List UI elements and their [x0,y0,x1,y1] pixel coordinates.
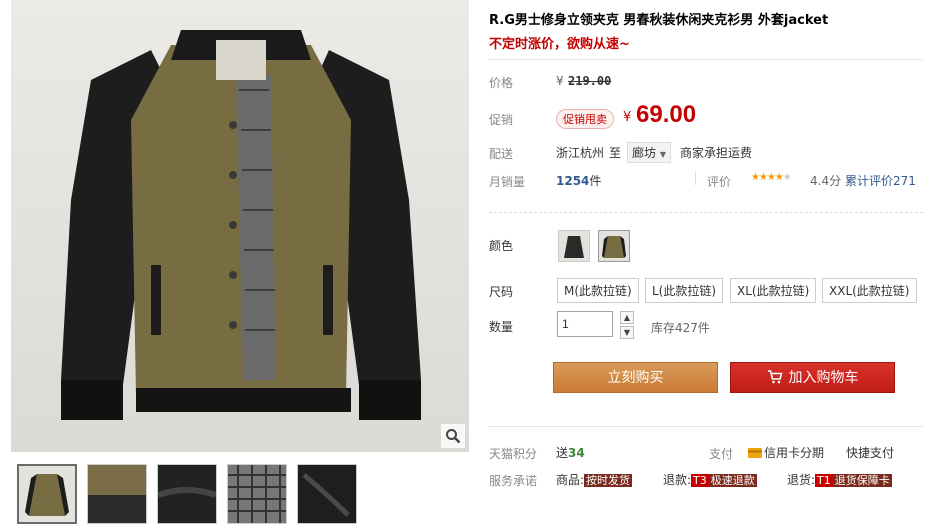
promotion-price: 69.00 [636,101,697,128]
sales-label: 月销量 [489,175,526,189]
color-option-army-green[interactable] [598,230,630,262]
stock-text: 库存427件 [651,321,710,335]
promotion-label: 促销 [489,113,514,127]
credit-card-icon [748,448,762,458]
pay-label: 支付 [709,447,734,461]
add-to-cart-label: 加入购物车 [788,370,859,386]
divider [489,212,923,213]
rating-label: 评价 [707,175,732,189]
quantity-label: 数量 [489,320,514,334]
review-link[interactable]: 累计评价271 [845,172,916,189]
review-count: 271 [893,174,916,188]
sales-count-wrap: 1254件 [556,172,601,189]
service-item-delivery[interactable]: 商品: 按时发货 [556,471,633,488]
sales-unit: 件 [589,174,602,188]
promotion-badge: 促销甩卖 [556,109,614,129]
promo-currency: ¥ [623,110,632,125]
thumbnail-3[interactable] [157,464,217,524]
promo-slogan: 不定时涨价，欲购从速~ [489,37,630,52]
original-price: 219.00 [568,74,612,88]
service-tag: 按时发货 [584,474,633,487]
main-product-image[interactable] [11,0,469,452]
quantity-input[interactable] [557,311,613,337]
zoom-button[interactable] [441,424,465,448]
service-prefix: 商品: [556,473,585,487]
star-icon: ★ [782,172,792,183]
points-amount: 34 [568,446,585,460]
review-text: 累计评价 [845,174,894,188]
points-label: 天猫积分 [489,447,538,461]
divider [489,426,923,427]
dropdown-arrow-icon: ▼ [659,150,666,159]
size-label: 尺码 [489,285,514,299]
service-tag: T1 [815,474,833,487]
rating-stars: ★★★★★ [751,172,792,183]
thumbnail-5[interactable] [297,464,357,524]
shipping-label: 配送 [489,147,514,161]
credit-text: 信用卡分期 [764,446,825,460]
service-tag: 极速退款 [708,474,757,487]
service-label: 服务承诺 [489,474,538,488]
destination-select[interactable]: 廊坊 ▼ [627,142,671,163]
product-title: R.G男士修身立领夹克 男春秋装休闲夹克衫男 外套jacket [489,13,829,28]
zoom-icon [446,429,461,444]
chevron-down-icon: ▼ [623,328,631,337]
service-tag: 退货保障卡 [832,474,892,487]
cart-icon [767,370,783,384]
star-icon: ★★★★ [751,172,784,183]
credit-installment[interactable]: 信用卡分期 [748,444,824,461]
thumbnail-4[interactable] [227,464,287,524]
quantity-increase[interactable]: ▲ [620,311,634,324]
thumbnail-strip [17,464,357,524]
service-tag: T3 [691,474,709,487]
color-option-black[interactable] [558,230,590,262]
thumbnail-1[interactable] [17,464,77,524]
color-label: 颜色 [489,239,514,253]
add-to-cart-button[interactable]: 加入购物车 [730,362,895,393]
size-option-xl[interactable]: XL(此款拉链) [730,278,817,303]
size-option-m[interactable]: M(此款拉链) [557,278,639,303]
points-give-word: 送 [556,446,569,460]
chevron-up-icon: ▲ [623,313,631,322]
service-prefix: 退款: [663,473,692,487]
service-prefix: 退货: [787,473,816,487]
shipping-from: 浙江杭州 [556,146,605,160]
service-item-return[interactable]: 退货: T1 退货保障卡 [787,471,892,488]
thumbnail-2[interactable] [87,464,147,524]
original-currency: ¥ [556,74,564,88]
shipping-to-word: 至 [609,146,622,160]
price-label: 价格 [489,76,514,90]
service-item-refund[interactable]: 退款: T3 极速退款 [663,471,757,488]
destination-value: 廊坊 [632,146,657,160]
divider [695,171,696,185]
size-option-l[interactable]: L(此款拉链) [645,278,724,303]
sales-count: 1254 [556,174,590,188]
shipping-fee: 商家承担运费 [680,146,753,160]
points-value: 送34 [556,444,585,461]
jacket-illustration [11,0,469,452]
quantity-decrease[interactable]: ▼ [620,326,634,339]
divider [489,59,923,60]
size-option-xxl[interactable]: XXL(此款拉链) [822,278,917,303]
buy-now-button[interactable]: 立刻购买 [553,362,718,393]
rating-score: 4.4分 [810,174,842,188]
quick-pay[interactable]: 快捷支付 [846,444,894,461]
